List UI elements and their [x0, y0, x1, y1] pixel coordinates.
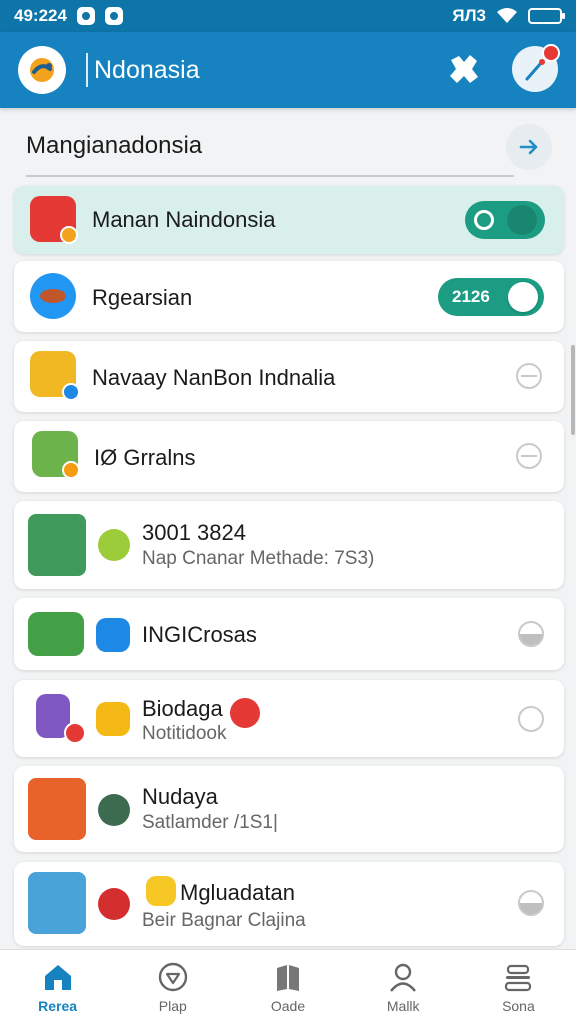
version-toggle[interactable]: 2126 — [438, 278, 544, 316]
toggle-ring-icon — [474, 210, 494, 230]
notification-icon — [76, 7, 95, 25]
list-item[interactable]: INGICrosas — [14, 598, 564, 670]
list-item[interactable]: Biodaga Notitidook — [14, 680, 564, 757]
stack-icon — [505, 964, 532, 992]
colorful-tile-icon — [96, 618, 130, 652]
food-bowl-icon — [30, 273, 76, 319]
nav-label: Mallk — [386, 998, 420, 1014]
book-icon — [277, 965, 299, 991]
game-badge-icon — [64, 722, 86, 744]
game-badge-icon — [62, 461, 80, 479]
scrollbar[interactable] — [571, 345, 575, 435]
character-face-icon — [98, 529, 130, 561]
nav-item-play[interactable]: Plap — [115, 950, 230, 1024]
toggle-switch[interactable] — [465, 201, 545, 239]
radio-button[interactable] — [518, 706, 544, 732]
red-orb-icon — [98, 888, 130, 920]
list-item[interactable]: Nudaya Satlamder /1S1| — [14, 766, 564, 852]
list-item[interactable]: Manan Naindonsia — [14, 186, 564, 254]
radio-button[interactable] — [516, 443, 542, 469]
search-input[interactable]: Mangianadonsia — [26, 132, 202, 160]
nav-item-more[interactable]: Sona — [461, 950, 576, 1024]
status-bar: 49:224 ЯЛ3 — [0, 0, 576, 32]
app-bar: Ndonasia — [0, 32, 576, 108]
nav-item-guide[interactable]: Oade — [230, 950, 345, 1024]
bottom-nav: Rerea Plap Oade Mallk Sona — [0, 949, 576, 1024]
game-badge-icon — [60, 226, 78, 244]
nav-label: Oade — [270, 998, 306, 1014]
turtle-icon — [98, 794, 130, 826]
search-go-button[interactable] — [506, 124, 552, 170]
puzzle-icon[interactable] — [442, 47, 486, 91]
nav-item-profile[interactable]: Mallk — [346, 950, 461, 1024]
list-item[interactable]: Navaay NanBon Indnalia — [14, 341, 564, 412]
search-underline — [26, 175, 514, 177]
hero-girl-portrait-icon — [28, 872, 86, 934]
app-title: Ndonasia — [94, 55, 200, 84]
list-item-label: Rgearsian — [92, 285, 193, 310]
list-item[interactable]: 3001 3824 Nap Cnanar Methade: 7S3) — [14, 501, 564, 589]
list-item-subtitle: Notitidook — [142, 723, 227, 744]
heart-play-icon — [158, 962, 187, 992]
arrow-right-icon — [519, 139, 538, 155]
list-item-label: Mgluadatan — [180, 880, 295, 905]
app-logo-icon[interactable] — [18, 46, 66, 94]
title-divider — [86, 53, 88, 87]
wifi-icon — [497, 8, 517, 23]
person-icon — [390, 963, 417, 992]
battery-icon — [528, 8, 565, 24]
profile-avatar[interactable] — [512, 44, 560, 92]
list-item-label: INGICrosas — [142, 622, 257, 647]
list-item[interactable]: IØ Grralns — [14, 421, 564, 492]
list-item[interactable]: Rgearsian 2126 — [14, 261, 564, 332]
search-row: Mangianadonsia — [26, 120, 556, 180]
red-gem-icon — [230, 698, 260, 728]
list-item-label: Biodaga — [142, 696, 223, 721]
list-item-subtitle: Nap Cnanar Methade: 7S3) — [142, 548, 375, 569]
list-item-subtitle: Beir Bagnar Clajina — [142, 910, 306, 931]
list-item-label: IØ Grralns — [94, 445, 196, 470]
hero-portrait-icon — [28, 514, 86, 576]
nav-label: Rerea — [38, 998, 78, 1014]
notification-badge — [542, 44, 560, 62]
list-item-subtitle: Satlamder /1S1| — [142, 812, 278, 833]
list-item-label: 3001 3824 — [142, 520, 246, 545]
list-item[interactable]: Mgluadatan Beir Bagnar Clajina — [14, 862, 564, 946]
nav-label: Sona — [502, 998, 535, 1014]
game-badge-icon — [62, 383, 80, 401]
nav-label: Plap — [158, 998, 187, 1014]
nav-item-home[interactable]: Rerea — [0, 950, 115, 1024]
gold-gem-icon — [96, 702, 130, 736]
radio-button[interactable] — [518, 890, 544, 916]
radio-button[interactable] — [518, 621, 544, 647]
network-label: ЯЛ3 — [452, 6, 486, 25]
home-icon — [44, 965, 71, 990]
list-item-label: Navaay NanBon Indnalia — [92, 365, 336, 390]
list-item-label: Nudaya — [142, 784, 218, 809]
list-item-label: Manan Naindonsia — [92, 207, 276, 232]
version-label: 2126 — [452, 287, 490, 306]
frog-character-icon — [28, 612, 84, 656]
radio-button[interactable] — [516, 363, 542, 389]
star-icon — [146, 876, 176, 906]
status-time: 49:224 — [14, 6, 67, 25]
warrior-portrait-icon — [28, 778, 86, 840]
message-icon — [104, 7, 123, 25]
